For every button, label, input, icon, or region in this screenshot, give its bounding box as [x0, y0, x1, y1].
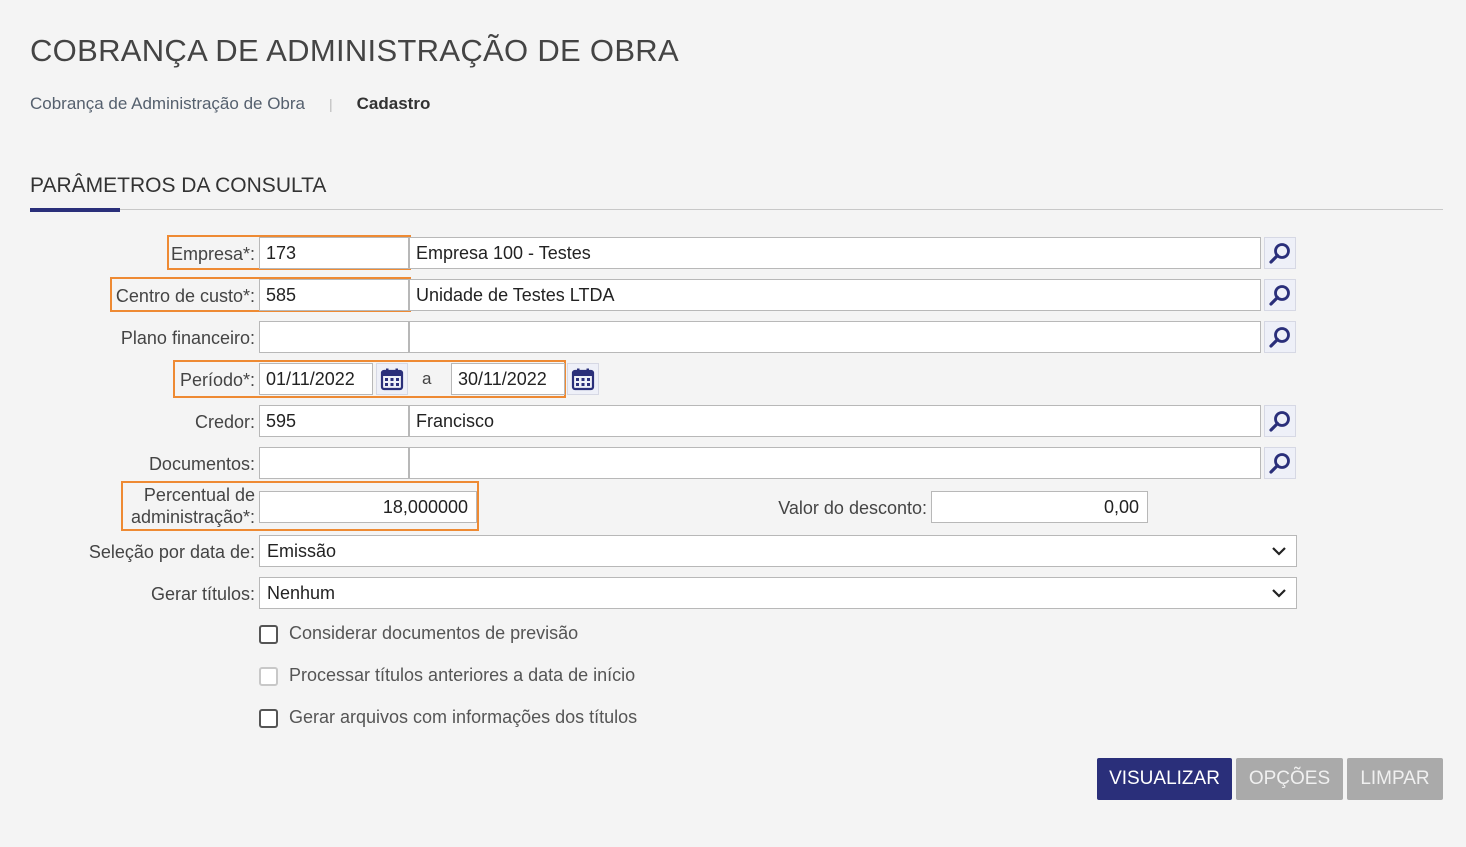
documentos-code-input[interactable] — [259, 447, 409, 479]
section-divider — [30, 209, 1443, 210]
periodo-end-input[interactable]: 30/11/2022 — [451, 363, 565, 395]
credor-search-button[interactable] — [1264, 405, 1296, 437]
centro-custo-name-input[interactable]: Unidade de Testes LTDA — [409, 279, 1261, 311]
breadcrumb-current: Cadastro — [356, 94, 431, 113]
documentos-label: Documentos: — [148, 454, 255, 474]
gerar-titulos-select[interactable]: Nenhum — [259, 577, 1297, 609]
selecao-data-label: Seleção por data de: — [88, 542, 255, 562]
plano-financeiro-search-button[interactable] — [1264, 321, 1296, 353]
breadcrumb-link[interactable]: Cobrança de Administração de Obra — [30, 94, 305, 114]
percentual-input[interactable]: 18,000000 — [259, 491, 477, 523]
chevron-down-icon — [1272, 547, 1286, 556]
considerar-previsao-checkbox[interactable] — [259, 625, 278, 644]
credor-label: Credor: — [194, 412, 255, 432]
plano-financeiro-code-input[interactable] — [259, 321, 409, 353]
selecao-data-value: Emissão — [267, 541, 337, 561]
periodo-label: Período*: — [179, 370, 255, 390]
credor-name-input[interactable]: Francisco — [409, 405, 1261, 437]
gerar-titulos-value: Nenhum — [267, 583, 336, 603]
empresa-code-input[interactable]: 173 — [259, 237, 409, 269]
periodo-start-input[interactable]: 01/11/2022 — [259, 363, 373, 395]
periodo-separator: a — [422, 369, 432, 388]
section-title: PARÂMETROS DA CONSULTA — [30, 174, 327, 197]
documentos-search-button[interactable] — [1264, 447, 1296, 479]
search-icon — [1269, 285, 1290, 306]
gerar-arquivos-checkbox[interactable] — [259, 709, 278, 728]
breadcrumb: Cobrança de Administração de Obra | Cada… — [30, 94, 430, 114]
considerar-previsao-label[interactable]: Considerar documentos de previsão — [289, 623, 578, 644]
processar-anteriores-label: Processar títulos anteriores a data de i… — [289, 665, 636, 685]
calendar-icon — [380, 368, 404, 391]
empresa-search-button[interactable] — [1264, 237, 1296, 269]
breadcrumb-separator: | — [329, 96, 333, 112]
plano-financeiro-name-input[interactable] — [409, 321, 1261, 353]
valor-desconto-input[interactable]: 0,00 — [931, 491, 1148, 523]
gerar-titulos-label: Gerar títulos: — [150, 584, 255, 604]
plano-financeiro-label: Plano financeiro: — [120, 328, 255, 348]
search-icon — [1269, 411, 1290, 432]
search-icon — [1269, 327, 1290, 348]
selecao-data-select[interactable]: Emissão — [259, 535, 1297, 567]
gerar-arquivos-label[interactable]: Gerar arquivos com informações dos títul… — [289, 707, 637, 728]
search-icon — [1269, 243, 1290, 264]
empresa-label: Empresa*: — [170, 244, 255, 264]
page-title: COBRANÇA DE ADMINISTRAÇÃO DE OBRA — [30, 33, 679, 68]
opcoes-button[interactable]: OPÇÕES — [1236, 758, 1343, 800]
valor-desconto-label: Valor do desconto: — [778, 498, 927, 518]
periodo-start-calendar-button[interactable] — [376, 363, 408, 395]
limpar-button[interactable]: LIMPAR — [1347, 758, 1443, 800]
centro-custo-search-button[interactable] — [1264, 279, 1296, 311]
documentos-name-input[interactable] — [409, 447, 1261, 479]
chevron-down-icon — [1272, 589, 1286, 598]
centro-custo-code-input[interactable]: 585 — [259, 279, 409, 311]
periodo-end-calendar-button[interactable] — [567, 363, 599, 395]
percentual-label-line2: administração*: — [130, 507, 255, 527]
percentual-label: Percentual de administração*: — [131, 484, 255, 528]
processar-anteriores-checkbox — [259, 667, 278, 686]
visualizar-button[interactable]: VISUALIZAR — [1097, 758, 1232, 800]
credor-code-input[interactable]: 595 — [259, 405, 409, 437]
calendar-icon — [571, 368, 595, 391]
percentual-label-line1: Percentual de — [143, 485, 255, 505]
search-icon — [1269, 453, 1290, 474]
empresa-name-input[interactable]: Empresa 100 - Testes — [409, 237, 1261, 269]
section-accent-bar — [30, 208, 120, 212]
centro-custo-label: Centro de custo*: — [115, 286, 255, 306]
